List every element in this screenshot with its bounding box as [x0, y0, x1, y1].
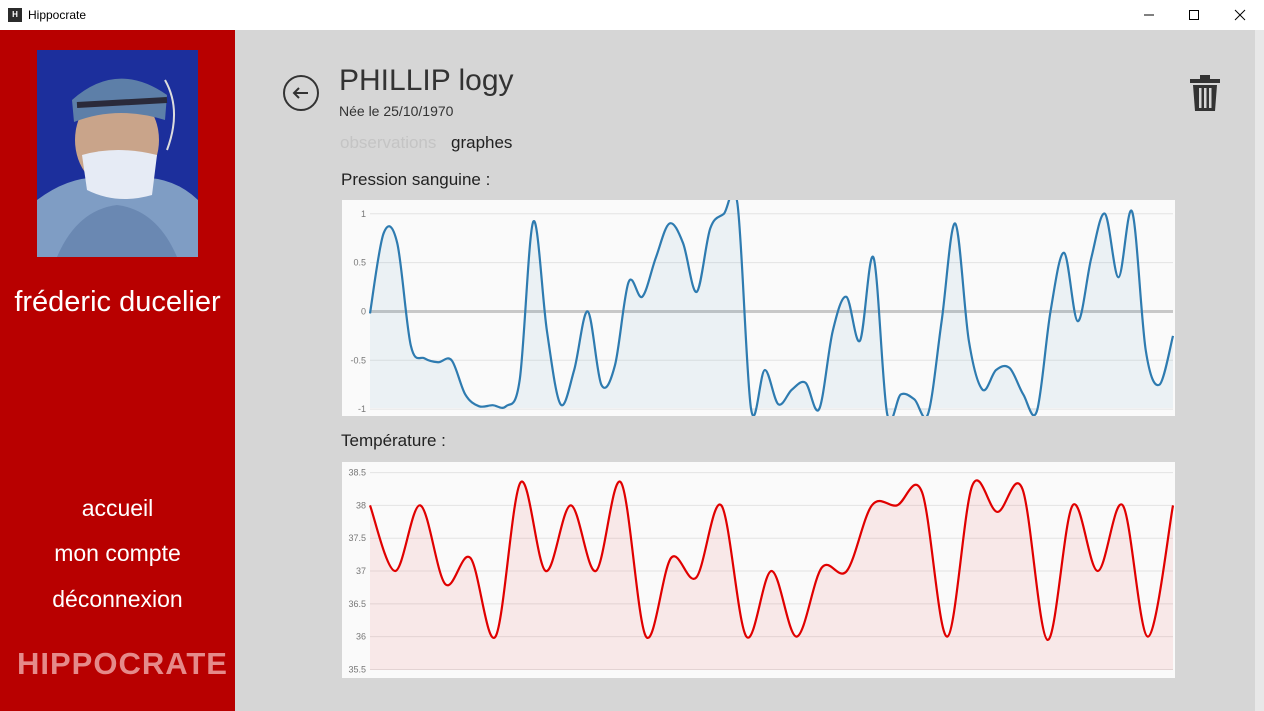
y-tick-label: 38 — [356, 500, 366, 510]
y-tick-label: 38.5 — [348, 468, 366, 478]
y-tick-label: 36 — [356, 632, 366, 642]
tab-graphes[interactable]: graphes — [451, 133, 512, 153]
nav-deconnexion[interactable]: déconnexion — [0, 586, 235, 613]
avatar — [37, 50, 198, 257]
patient-name: PHILLIP logy — [339, 64, 514, 97]
y-tick-label: 37.5 — [348, 533, 366, 543]
close-icon — [1234, 9, 1246, 21]
pressure-chart-svg: 1 0.5 0 -0.5 -1 — [342, 200, 1175, 416]
close-window-button[interactable] — [1217, 0, 1263, 30]
surgeon-avatar-image — [37, 50, 198, 257]
minimize-icon — [1144, 14, 1154, 16]
nav-accueil[interactable]: accueil — [0, 495, 235, 522]
y-tick-label: 0.5 — [353, 258, 366, 268]
y-tick-label: -0.5 — [350, 355, 366, 365]
maximize-icon — [1189, 10, 1199, 20]
temperature-chart-label: Température : — [341, 431, 446, 450]
temperature-chart: 38.5 38 37.5 37 36.5 36 35.5 — [342, 462, 1175, 678]
nav-mon-compte[interactable]: mon compte — [0, 540, 235, 567]
patient-birthdate: Née le 25/10/1970 — [339, 103, 454, 119]
minimize-button[interactable] — [1126, 0, 1172, 30]
y-tick-label: 37 — [356, 566, 366, 576]
sidebar: fréderic ducelier accueil mon compte déc… — [0, 30, 235, 711]
y-tick-label: 0 — [361, 306, 366, 316]
trash-icon — [1190, 75, 1220, 111]
window-title: Hippocrate — [28, 8, 87, 22]
title-bar: H Hippocrate — [0, 0, 1264, 30]
y-tick-label: 1 — [361, 209, 366, 219]
main-content: PHILLIP logy Née le 25/10/1970 observati… — [235, 30, 1255, 711]
delete-button[interactable] — [1189, 74, 1221, 112]
app-logo: HIPPOCRATE — [17, 646, 228, 681]
back-arrow-icon — [283, 75, 319, 111]
temperature-chart-svg: 38.5 38 37.5 37 36.5 36 35.5 — [342, 462, 1175, 678]
y-tick-label: -1 — [358, 404, 366, 414]
scrollbar-track[interactable] — [1255, 30, 1264, 711]
back-button[interactable] — [283, 75, 319, 111]
app-icon: H — [8, 8, 22, 22]
y-tick-label: 36.5 — [348, 599, 366, 609]
y-tick-label: 35.5 — [348, 664, 366, 674]
pressure-chart-label: Pression sanguine : — [341, 170, 491, 189]
pressure-chart: 1 0.5 0 -0.5 -1 — [342, 200, 1175, 416]
tab-observations[interactable]: observations — [340, 133, 436, 153]
maximize-button[interactable] — [1171, 0, 1217, 30]
user-name: fréderic ducelier — [14, 286, 221, 318]
